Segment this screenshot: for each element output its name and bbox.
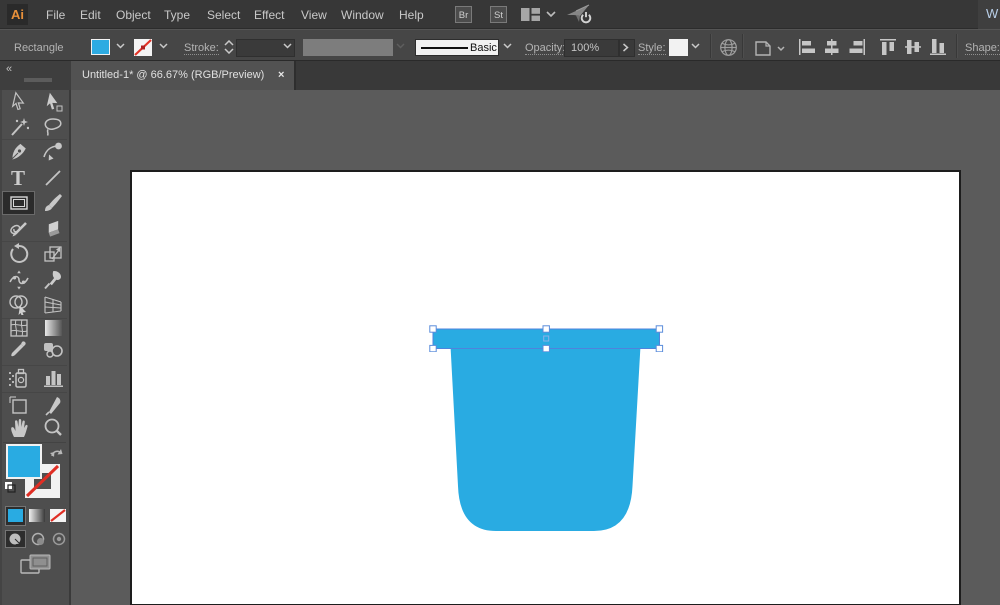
svg-text:T: T (11, 166, 25, 188)
svg-text:Ai: Ai (11, 7, 24, 22)
svg-text:St: St (494, 10, 503, 21)
svg-text:Br: Br (459, 10, 469, 21)
